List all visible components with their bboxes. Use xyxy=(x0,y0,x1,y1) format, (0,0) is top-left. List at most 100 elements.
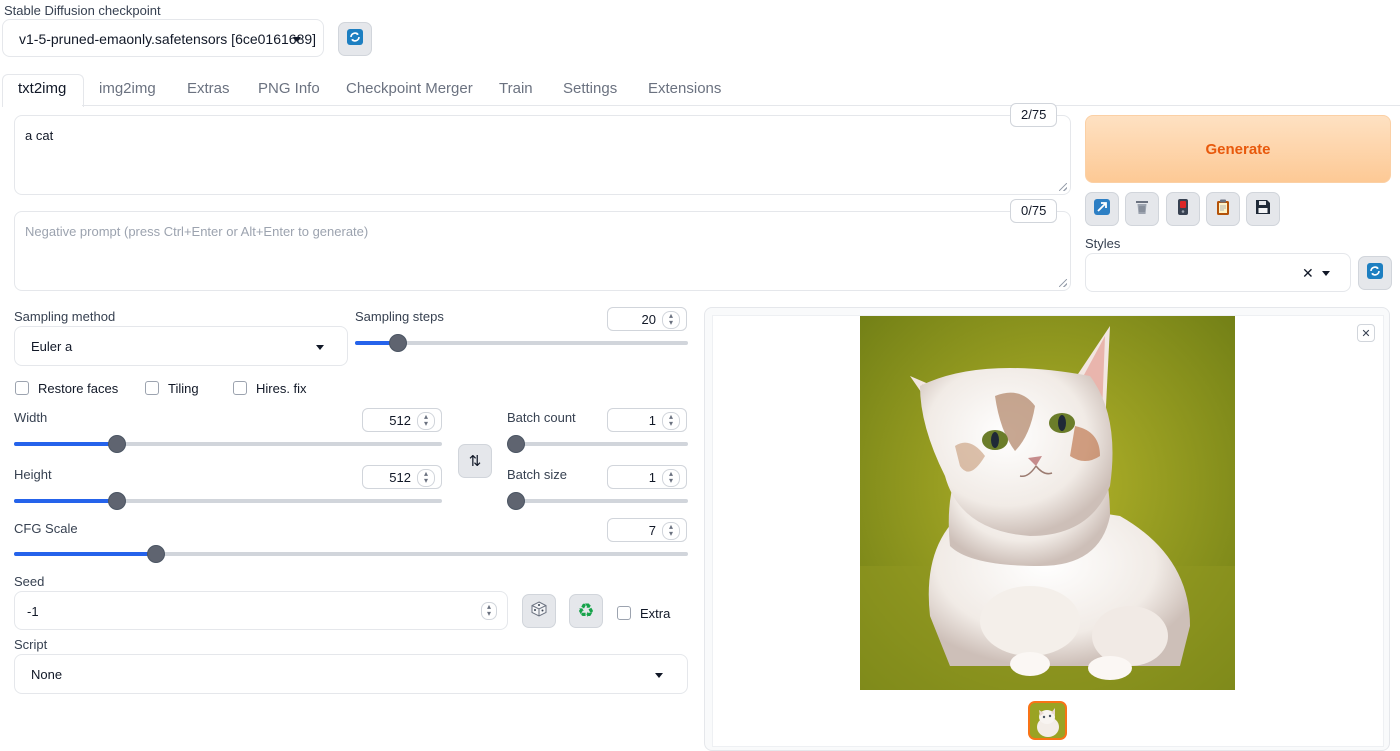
tab-checkpoint-merger[interactable]: Checkpoint Merger xyxy=(346,80,473,97)
script-value: None xyxy=(31,667,63,682)
swap-dimensions-button[interactable]: ⇅ xyxy=(458,444,492,478)
sampling-steps-input[interactable]: 20 ▴ ▾ xyxy=(607,307,687,331)
stepper-icon[interactable]: ▴ ▾ xyxy=(417,412,435,430)
stepper-icon[interactable]: ▴ ▾ xyxy=(662,469,680,487)
generated-image[interactable] xyxy=(860,316,1235,690)
chevron-down-icon xyxy=(1322,271,1330,276)
tab-train[interactable]: Train xyxy=(499,80,533,97)
resize-handle-icon[interactable] xyxy=(1059,183,1067,191)
width-slider[interactable] xyxy=(14,435,442,453)
batch-count-label: Batch count xyxy=(507,410,576,425)
stepper-icon[interactable]: ▴ ▾ xyxy=(662,412,680,430)
height-value: 512 xyxy=(389,470,411,485)
reuse-seed-button[interactable]: ♻ xyxy=(569,594,603,628)
stepper-icon[interactable]: ▴ ▾ xyxy=(662,522,680,540)
checkpoint-select[interactable]: v1-5-pruned-emaonly.safetensors [6ce0161… xyxy=(2,19,324,57)
tab-txt2img[interactable]: txt2img xyxy=(18,80,66,97)
chevron-down-icon xyxy=(293,37,301,42)
prompt-token-counter: 2/75 xyxy=(1010,103,1058,127)
width-label: Width xyxy=(14,410,48,425)
random-seed-button[interactable] xyxy=(522,594,556,628)
batch-count-value: 1 xyxy=(648,413,656,428)
cfg-scale-slider[interactable] xyxy=(14,545,688,563)
cfg-scale-label: CFG Scale xyxy=(14,521,78,536)
sampling-method-label: Sampling method xyxy=(14,309,116,324)
extra-checkbox[interactable] xyxy=(617,606,631,620)
height-input[interactable]: 512 ▴ ▾ xyxy=(362,465,442,489)
batch-size-input[interactable]: 1 ▴ ▾ xyxy=(607,465,687,489)
swap-arrows-icon: ⇅ xyxy=(468,453,482,470)
clear-prompt-button[interactable] xyxy=(1125,192,1159,226)
negative-prompt-token-counter: 0/75 xyxy=(1010,199,1058,223)
script-label: Script xyxy=(14,637,48,652)
refresh-icon xyxy=(346,28,364,51)
tab-png-info[interactable]: PNG Info xyxy=(258,80,320,97)
slider-thumb[interactable] xyxy=(507,435,525,453)
tab-extensions[interactable]: Extensions xyxy=(648,80,721,97)
chevron-down-icon xyxy=(316,345,324,350)
extra-label: Extra xyxy=(640,606,671,621)
tab-img2img[interactable]: img2img xyxy=(99,80,156,97)
sampling-steps-value: 20 xyxy=(641,312,656,327)
sampling-steps-slider[interactable] xyxy=(355,334,688,352)
close-icon[interactable]: ✕ xyxy=(1357,324,1375,342)
stepper-icon[interactable]: ▴ ▾ xyxy=(481,602,497,620)
paste-button[interactable] xyxy=(1206,192,1240,226)
restore-faces-checkbox[interactable] xyxy=(15,381,29,395)
clear-icon[interactable]: ✕ xyxy=(1302,265,1314,282)
tabs-divider xyxy=(82,105,1400,106)
tab-settings[interactable]: Settings xyxy=(563,80,617,97)
resize-handle-icon[interactable] xyxy=(1059,279,1067,287)
save-style-button[interactable] xyxy=(1246,192,1280,226)
refresh-checkpoint-button[interactable] xyxy=(338,22,372,56)
slider-thumb[interactable] xyxy=(107,435,126,453)
width-value: 512 xyxy=(389,413,411,428)
read-params-button[interactable] xyxy=(1085,192,1119,226)
stepper-icon[interactable]: ▴ ▾ xyxy=(662,311,680,329)
batch-count-slider[interactable] xyxy=(507,435,688,453)
tab-extras[interactable]: Extras xyxy=(187,80,230,97)
negative-prompt-input[interactable]: Negative prompt (press Ctrl+Enter or Alt… xyxy=(14,211,1071,291)
tiling-label: Tiling xyxy=(168,381,199,396)
save-style-icon xyxy=(1254,198,1272,221)
generate-label: Generate xyxy=(1205,140,1271,158)
batch-size-slider[interactable] xyxy=(507,492,688,510)
restore-faces-label: Restore faces xyxy=(38,381,119,396)
tiling-checkbox[interactable] xyxy=(145,381,159,395)
width-input[interactable]: 512 ▴ ▾ xyxy=(362,408,442,432)
trash-icon xyxy=(1133,198,1151,221)
sampling-method-value: Euler a xyxy=(31,339,73,354)
thumbnail-image xyxy=(1030,703,1065,738)
slider-thumb[interactable] xyxy=(107,492,126,510)
styles-select[interactable]: ✕ xyxy=(1085,253,1351,292)
clipboard-icon xyxy=(1214,198,1232,221)
read-params-icon xyxy=(1093,198,1111,221)
generate-button[interactable]: Generate xyxy=(1085,115,1391,183)
batch-size-value: 1 xyxy=(648,470,656,485)
prompt-input[interactable]: a cat xyxy=(14,115,1071,195)
seed-value: -1 xyxy=(27,604,39,619)
cfg-scale-input[interactable]: 7 ▴ ▾ xyxy=(607,518,687,542)
height-label: Height xyxy=(14,467,52,482)
cfg-scale-value: 7 xyxy=(648,523,656,538)
script-select[interactable]: None xyxy=(14,654,688,694)
prompt-text: a cat xyxy=(25,128,54,143)
hires-fix-label: Hires. fix xyxy=(256,381,307,396)
slider-thumb[interactable] xyxy=(507,492,525,510)
seed-input[interactable]: -1 ▴ ▾ xyxy=(14,591,508,630)
height-slider[interactable] xyxy=(14,492,442,510)
hires-fix-checkbox[interactable] xyxy=(233,381,247,395)
apply-style-button[interactable] xyxy=(1166,192,1200,226)
checkpoint-label: Stable Diffusion checkpoint xyxy=(4,3,161,18)
slider-thumb[interactable] xyxy=(146,545,165,563)
refresh-icon xyxy=(1366,262,1384,285)
recycle-icon: ♻ xyxy=(577,600,595,622)
batch-count-input[interactable]: 1 ▴ ▾ xyxy=(607,408,687,432)
stepper-icon[interactable]: ▴ ▾ xyxy=(417,469,435,487)
sampling-method-select[interactable]: Euler a xyxy=(14,326,348,366)
seed-label: Seed xyxy=(14,574,45,589)
slider-thumb[interactable] xyxy=(389,334,408,352)
refresh-styles-button[interactable] xyxy=(1358,256,1392,290)
gallery-thumbnail[interactable] xyxy=(1028,701,1067,740)
negative-prompt-placeholder: Negative prompt (press Ctrl+Enter or Alt… xyxy=(25,224,369,239)
